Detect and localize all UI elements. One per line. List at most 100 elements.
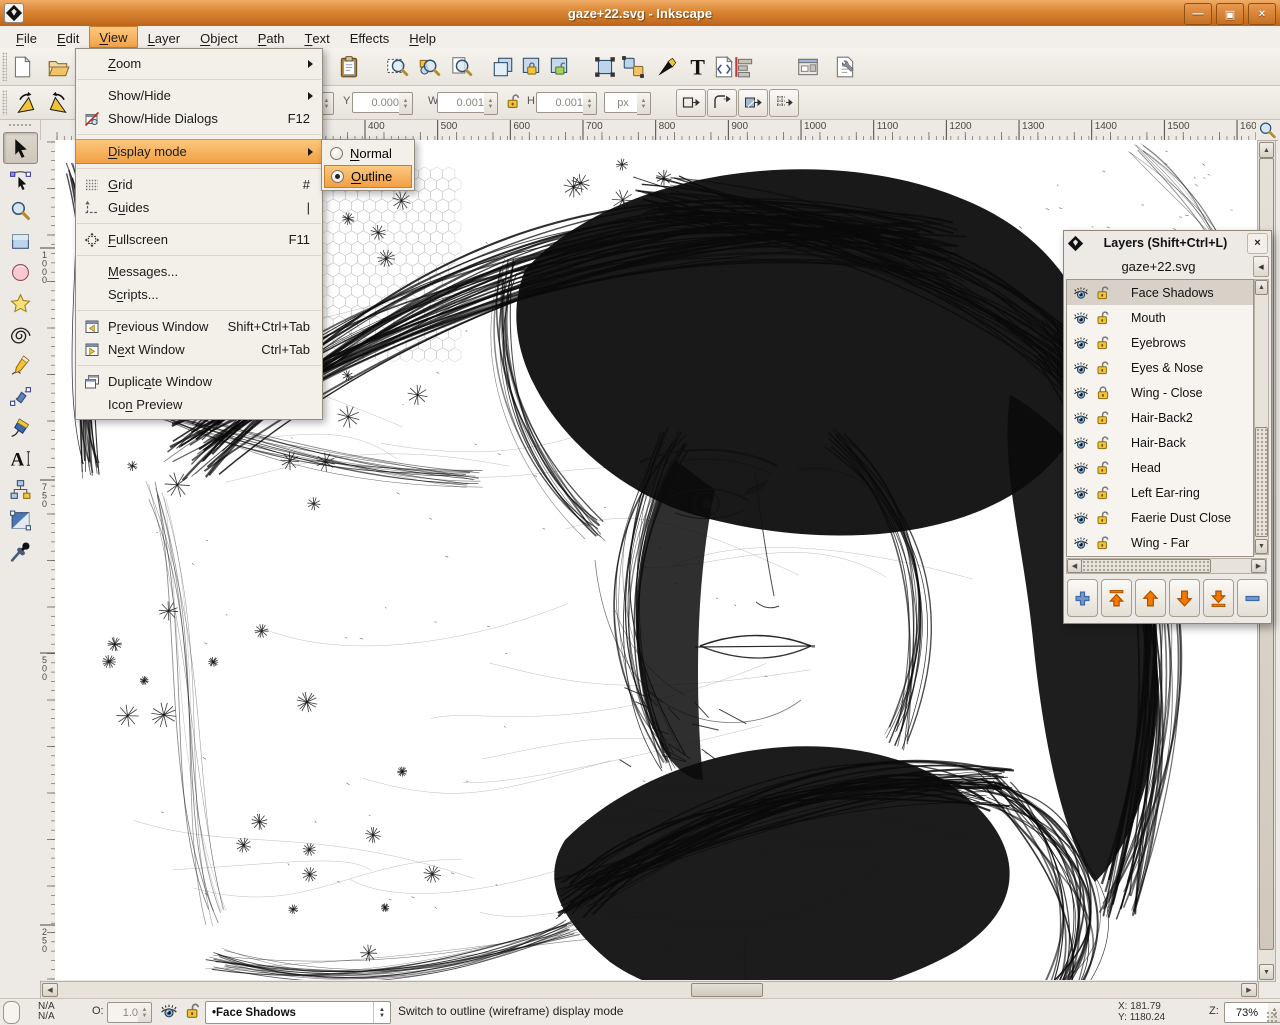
lock-open-icon[interactable]: [1095, 310, 1111, 326]
menu-item-icon-preview[interactable]: Icon Preview: [76, 393, 322, 416]
scroll-left-arrow[interactable]: ◀: [42, 983, 58, 997]
raise-button[interactable]: [1135, 579, 1166, 617]
affect-corners-toggle[interactable]: [707, 89, 737, 117]
layer-list-hscrollbar[interactable]: ◀ ▶: [1066, 558, 1267, 574]
layer-hscroll-left[interactable]: ◀: [1067, 559, 1082, 573]
menu-file[interactable]: File: [6, 26, 47, 48]
zoom-input[interactable]: 73%: [1224, 1002, 1270, 1023]
zoom-page-button[interactable]: [445, 51, 477, 83]
current-layer-dropdown[interactable]: •Face Shadows ▲▼: [205, 1001, 391, 1024]
eye-icon[interactable]: [1073, 435, 1089, 451]
raise-to-top-button[interactable]: [1101, 579, 1132, 617]
tool-ellipse[interactable]: [3, 256, 38, 288]
tool-selector[interactable]: [3, 132, 38, 164]
lock-open-icon[interactable]: [1095, 410, 1111, 426]
layer-row[interactable]: Mouth: [1067, 305, 1253, 330]
tool-dropper[interactable]: [3, 535, 38, 567]
tool-pencil[interactable]: [3, 349, 38, 381]
eye-icon[interactable]: [1073, 510, 1089, 526]
w-spinner[interactable]: ▲▼: [484, 92, 498, 115]
lock-ratio-icon[interactable]: [505, 93, 522, 110]
affect-gradient-toggle[interactable]: [738, 89, 768, 117]
ungroup-button[interactable]: [617, 51, 649, 83]
layer-row[interactable]: Eyebrows: [1067, 330, 1253, 355]
eye-icon[interactable]: [1073, 310, 1089, 326]
layer-hscroll-thumb[interactable]: [1081, 559, 1211, 573]
document-properties-button[interactable]: [792, 51, 824, 83]
eye-icon[interactable]: [1073, 410, 1089, 426]
layers-close-button[interactable]: ×: [1247, 233, 1268, 254]
tool-calligraphy[interactable]: [3, 411, 38, 443]
tool-star[interactable]: [3, 287, 38, 319]
layer-row[interactable]: Wing - Close: [1067, 380, 1253, 405]
layer-row[interactable]: Hair-Back: [1067, 430, 1253, 455]
menu-item-duplicate-window[interactable]: Duplicate Window: [76, 370, 322, 393]
open-document-button[interactable]: [42, 51, 74, 83]
lock-closed-icon[interactable]: [1095, 385, 1111, 401]
scroll-down-arrow[interactable]: ▼: [1259, 964, 1274, 980]
layer-lock-icon[interactable]: [184, 1002, 202, 1020]
layer-scroll-down[interactable]: ▼: [1255, 539, 1268, 554]
lock-open-icon[interactable]: [1095, 360, 1111, 376]
delete-layer-button[interactable]: [1237, 579, 1268, 617]
window-close-button[interactable]: ×: [1248, 3, 1276, 25]
menu-view[interactable]: View: [89, 26, 137, 48]
menu-item-show-hide[interactable]: Show/Hide: [76, 84, 322, 107]
eye-icon[interactable]: [1073, 385, 1089, 401]
tool-text[interactable]: A: [3, 442, 38, 474]
lock-open-icon[interactable]: [1095, 510, 1111, 526]
zoom-corner-button[interactable]: [1257, 120, 1278, 141]
eye-icon[interactable]: [1073, 535, 1089, 551]
layer-row[interactable]: Hair-Back2: [1067, 405, 1253, 430]
layer-visibility-icon[interactable]: [160, 1002, 178, 1020]
lock-open-icon[interactable]: [1095, 435, 1111, 451]
menu-item-previous-window[interactable]: Previous WindowShift+Ctrl+Tab: [76, 315, 322, 338]
zoom-drawing-button[interactable]: [413, 51, 445, 83]
menu-edit[interactable]: Edit: [47, 26, 89, 48]
align-dialog-button[interactable]: [728, 51, 760, 83]
menu-item-grid[interactable]: Grid#: [76, 173, 322, 196]
menu-help[interactable]: Help: [399, 26, 446, 48]
rotate-cw-button[interactable]: [42, 87, 74, 119]
lower-button[interactable]: [1169, 579, 1200, 617]
eye-icon[interactable]: [1073, 335, 1089, 351]
style-swatch[interactable]: [3, 1001, 20, 1024]
layer-scroll-thumb[interactable]: [1255, 427, 1268, 537]
menu-item-guides[interactable]: Guides|: [76, 196, 322, 219]
eye-icon[interactable]: [1073, 285, 1089, 301]
preferences-button[interactable]: [829, 51, 861, 83]
menu-effects[interactable]: Effects: [340, 26, 400, 48]
layer-row[interactable]: Left Ear-ring: [1067, 480, 1253, 505]
eye-icon[interactable]: [1073, 460, 1089, 476]
layer-row[interactable]: Face Shadows: [1067, 280, 1253, 305]
vertical-ruler[interactable]: 1000750500250: [40, 140, 56, 980]
layer-scroll-up[interactable]: ▲: [1255, 280, 1268, 295]
y-input[interactable]: 0.000: [352, 92, 404, 113]
layer-row[interactable]: Eyes & Nose: [1067, 355, 1253, 380]
scroll-up-arrow[interactable]: ▲: [1259, 142, 1274, 158]
lock-open-icon[interactable]: [1095, 485, 1111, 501]
layers-dialog-header[interactable]: Layers (Shift+Ctrl+L) ×: [1064, 231, 1271, 255]
opacity-spinner[interactable]: ▲▼: [138, 1002, 152, 1023]
submenu-item-normal[interactable]: Normal: [324, 142, 412, 165]
menu-item-display-mode[interactable]: Display mode: [76, 139, 322, 164]
menu-item-scripts[interactable]: Scripts...: [76, 283, 322, 306]
paste-button[interactable]: [333, 51, 365, 83]
menu-path[interactable]: Path: [248, 26, 295, 48]
lock-open-icon[interactable]: [1095, 285, 1111, 301]
fill-stroke-indicator[interactable]: N/A N/A: [38, 1002, 55, 1022]
lower-to-bottom-button[interactable]: [1203, 579, 1234, 617]
eye-icon[interactable]: [1073, 485, 1089, 501]
affect-pattern-toggle[interactable]: [769, 89, 799, 117]
window-maximize-button[interactable]: ▣: [1216, 3, 1244, 25]
new-layer-button[interactable]: [1067, 579, 1098, 617]
new-document-button[interactable]: [6, 51, 38, 83]
menu-object[interactable]: Object: [190, 26, 248, 48]
tool-pen[interactable]: [3, 380, 38, 412]
lock-open-icon[interactable]: [1095, 535, 1111, 551]
scroll-right-arrow[interactable]: ▶: [1241, 983, 1257, 997]
unit-spinner[interactable]: ▲▼: [637, 92, 651, 115]
w-input[interactable]: 0.001: [437, 92, 489, 113]
layer-hscroll-right[interactable]: ▶: [1251, 559, 1266, 573]
tool-gradient[interactable]: [3, 504, 38, 536]
